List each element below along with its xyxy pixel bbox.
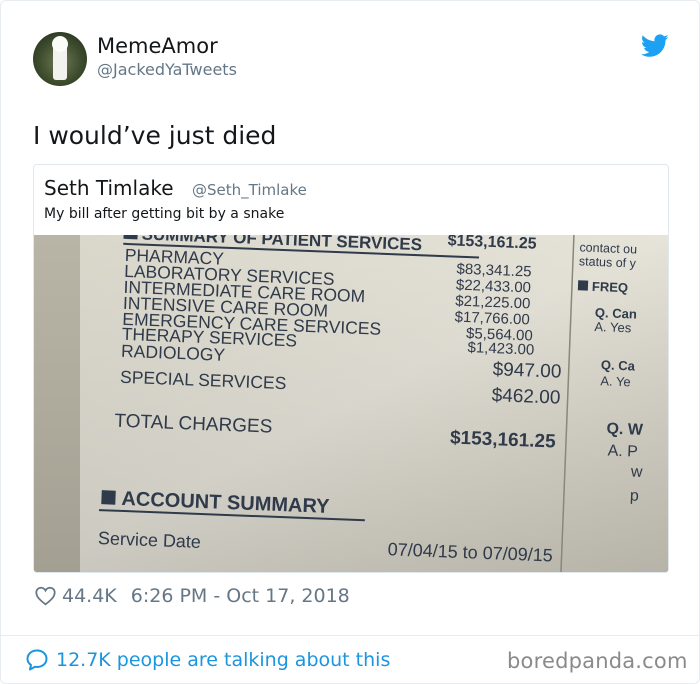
quoted-tweet[interactable]: Seth Timlake @Seth_Timlake My bill after… [33,164,669,573]
tweet-text: I would’ve just died [33,121,277,150]
bill-service-date-label: Service Date [98,528,202,552]
bill-item-label: RADIOLOGY [121,341,226,365]
bill-side-text: Q. W [606,420,644,438]
bill-total-amount: $153,161.25 [450,428,557,453]
bill-item-amount: $1,423.00 [467,339,534,359]
watermark: boredpanda.com [507,649,688,673]
tweet-card: MemeAmor @JackedYaTweets I would’ve just… [0,0,700,684]
bill-photo-graphic: $153,161.25 SUMMARY OF PATIENT SERVICES … [34,235,668,572]
conversation-text[interactable]: 12.7K people are talking about this [56,649,390,671]
speech-bubble-icon [26,649,48,671]
bill-side-text: status of y [579,254,637,270]
author-handle[interactable]: @JackedYaTweets [97,60,237,79]
quoted-tweet-text: My bill after getting bit by a snake [44,206,285,222]
bill-side-text: w [630,463,644,480]
bill-side-text: A. Ye [600,373,631,389]
bill-side-text: Q. Ca [601,357,636,373]
like-count[interactable]: 44.4K [62,585,117,607]
bill-side-text: p [630,487,640,504]
conversation-link[interactable]: 12.7K people are talking about this [25,648,390,672]
bill-side-text: FREQ [592,279,629,295]
tweet-meta: 44.4K 6:26 PM - Oct 17, 2018 [35,585,350,607]
footer-divider [1,635,700,636]
bill-photo[interactable]: $153,161.25 SUMMARY OF PATIENT SERVICES … [34,235,668,572]
heart-icon[interactable] [35,586,56,606]
bill-item-amount: $462.00 [491,385,560,409]
author-name[interactable]: MemeAmor [97,34,218,58]
twitter-bird-icon[interactable] [641,34,669,58]
bill-item-amount: $947.00 [492,359,561,383]
bill-side-text: A. Yes [594,319,632,335]
bill-side-text: A. P [607,443,638,461]
quoted-author-handle[interactable]: @Seth_Timlake [192,181,307,199]
quoted-author-name[interactable]: Seth Timlake [44,176,174,200]
avatar[interactable] [33,32,87,86]
avatar-head [52,36,68,52]
tweet-timestamp[interactable]: 6:26 PM - Oct 17, 2018 [131,585,350,607]
